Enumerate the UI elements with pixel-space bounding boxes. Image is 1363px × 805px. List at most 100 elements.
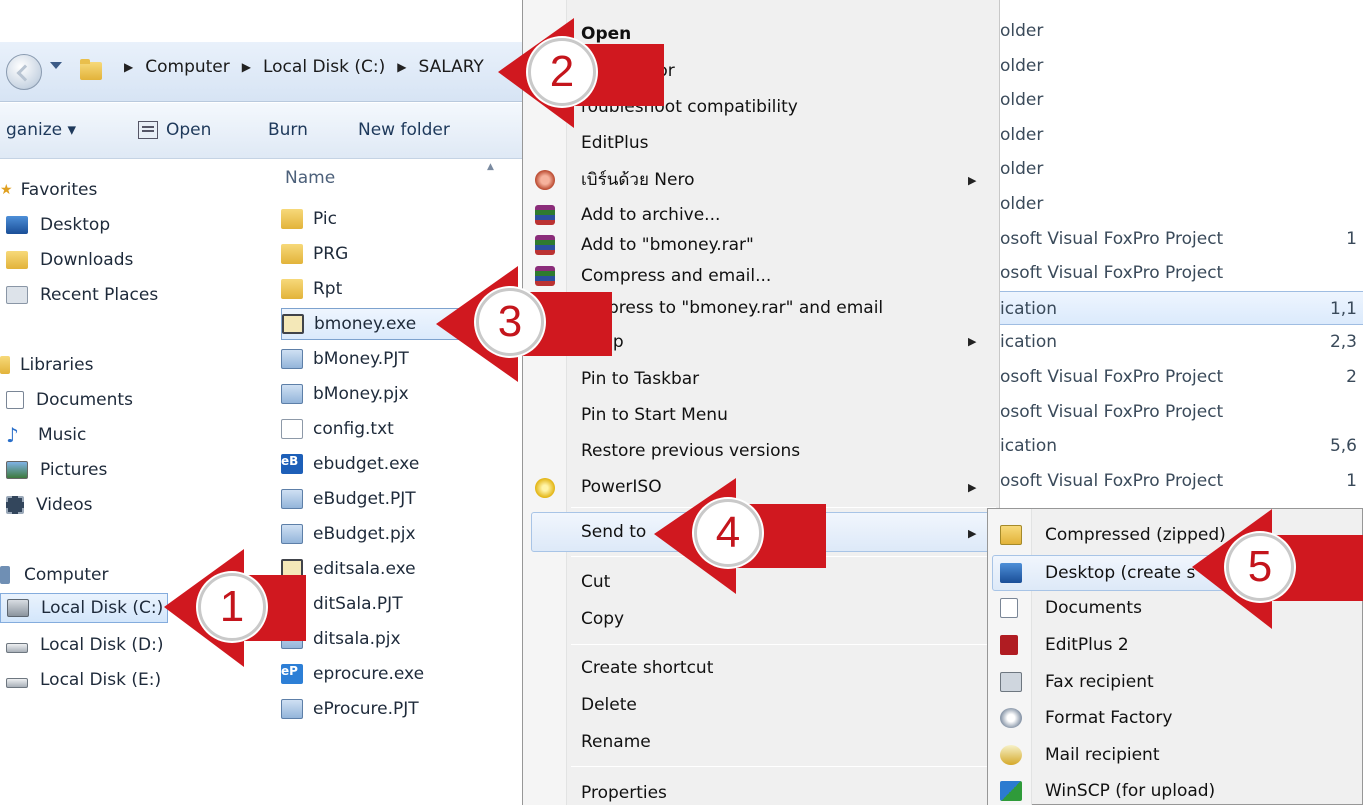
details-type: older [1000,90,1044,111]
file-item[interactable]: Pic [281,203,521,235]
breadcrumb-separator-icon[interactable]: ▶ [124,60,133,74]
details-row[interactable]: ication 2,3 [1000,325,1363,359]
details-row[interactable]: osoft Visual FoxPro Project 2 [1000,360,1363,394]
folder-icon [281,279,303,299]
nav-documents[interactable]: Documents [6,385,133,415]
nav-local-disk-e[interactable]: Local Disk (E:) [6,665,161,695]
details-row[interactable]: older [1000,118,1363,152]
annotation-step-5: 5 [1188,505,1363,633]
desktop-icon [6,216,28,234]
nav-favorites-label: Favorites [20,180,98,200]
annotation-step-3: 3 [432,262,622,386]
open-button[interactable]: Open [138,120,211,140]
drive-icon [7,599,29,617]
nav-recent-places[interactable]: Recent Places [6,280,158,310]
mail-icon [1000,745,1022,765]
file-item[interactable]: ditSala.PJT [281,588,521,620]
file-item[interactable]: editsala.exe [281,553,521,585]
file-name: Rpt [313,279,343,299]
videos-icon [6,496,24,514]
fax-icon [1000,672,1022,692]
back-button[interactable] [6,54,42,90]
nav-desktop[interactable]: Desktop [6,210,110,240]
file-item[interactable]: eBudget.pjx [281,518,521,550]
details-row[interactable]: osoft Visual FoxPro Project [1000,395,1363,429]
drive-icon [6,678,28,688]
nav-computer-label: Computer [24,565,109,585]
project-file-icon [281,489,303,509]
details-row[interactable]: osoft Visual FoxPro Project 1 [1000,464,1363,498]
nav-pictures[interactable]: Pictures [6,455,107,485]
file-name: config.txt [313,419,394,439]
sendto-documents[interactable]: Documents [1045,590,1142,626]
sendto-mail[interactable]: Mail recipient [1045,737,1160,773]
breadcrumb-computer[interactable]: Computer [145,57,230,77]
nav-computer[interactable]: Computer [0,560,109,590]
details-row[interactable]: older [1000,49,1363,83]
details-row[interactable]: ication 1,1 [1000,290,1363,325]
sendto-desktop-shortcut[interactable]: Desktop (create s [1045,555,1195,591]
file-name: ditsala.pjx [313,629,401,649]
sendto-winscp[interactable]: WinSCP (for upload) [1045,773,1215,805]
menu-delete[interactable]: Delete [581,687,637,723]
details-type: older [1000,55,1044,76]
file-item[interactable]: eBudget.PJT [281,483,521,515]
sendto-fax[interactable]: Fax recipient [1045,664,1154,700]
column-header-name[interactable]: Name [285,168,335,188]
details-type: older [1000,21,1044,41]
menu-cut[interactable]: Cut [581,564,610,600]
nav-favorites[interactable]: ★ Favorites [0,175,97,205]
file-item[interactable]: eP eprocure.exe [281,658,521,690]
details-row[interactable]: older [1000,152,1363,186]
breadcrumb-separator-icon[interactable]: ▶ [242,60,251,74]
file-item[interactable]: eB ebudget.exe [281,448,521,480]
breadcrumb-local-disk-c[interactable]: Local Disk (C:) [263,57,385,77]
annotation-step-1-number: 1 [198,573,266,641]
annotation-step-5-number: 5 [1226,533,1294,601]
recent-pages-dropdown-icon[interactable] [50,62,62,69]
music-icon: ♪ [6,423,19,447]
zip-folder-icon [1000,525,1022,545]
nav-local-disk-d[interactable]: Local Disk (D:) [6,630,163,660]
recent-places-icon [6,286,28,304]
details-row[interactable]: older [1000,14,1363,48]
breadcrumb-separator-icon[interactable]: ▶ [397,60,406,74]
details-row[interactable]: ication 5,6 [1000,429,1363,463]
menu-create-shortcut[interactable]: Create shortcut [581,650,713,686]
file-item[interactable]: config.txt [281,413,521,445]
nav-music[interactable]: ♪ Music [6,420,86,450]
menu-pin-start[interactable]: Pin to Start Menu [581,397,728,433]
sort-arrow-icon: ▲ [487,162,494,172]
winrar-icon [535,235,555,255]
nav-libraries[interactable]: Libraries [0,350,93,380]
details-row[interactable]: older [1000,187,1363,221]
menu-send-to[interactable]: Send to [581,514,646,550]
menu-rename[interactable]: Rename [581,724,651,760]
file-name: eprocure.exe [313,664,425,684]
annotation-step-2-number: 2 [528,38,596,106]
sendto-editplus[interactable]: EditPlus 2 [1045,627,1129,663]
burn-button[interactable]: Burn [268,120,308,140]
menu-restore-versions[interactable]: Restore previous versions [581,433,800,469]
breadcrumb-salary[interactable]: SALARY [418,57,483,77]
text-file-icon [281,419,303,439]
details-columns: older older older older older older osoft Visu… [1000,0,1363,505]
file-name: ebudget.exe [313,454,420,474]
menu-properties[interactable]: Properties [581,775,667,805]
nav-downloads[interactable]: Downloads [6,245,133,275]
organize-button[interactable]: ganize ▾ [6,120,76,140]
details-row[interactable]: osoft Visual FoxPro Project 1 [1000,222,1363,256]
details-row[interactable]: older [1000,83,1363,117]
nav-documents-label: Documents [36,390,133,410]
new-folder-button[interactable]: New folder [358,120,450,140]
menu-burn-nero[interactable]: เบิร์นด้วย Nero [581,162,695,198]
menu-compress-rar-email[interactable]: ompress to "bmoney.rar" and email [581,290,883,326]
file-item[interactable]: ditsala.pjx [281,623,521,655]
sendto-format-factory[interactable]: Format Factory [1045,700,1172,736]
details-row[interactable]: osoft Visual FoxPro Project [1000,256,1363,290]
annotation-step-2: 2 [488,14,678,134]
menu-copy[interactable]: Copy [581,601,624,637]
nav-local-disk-c[interactable]: Local Disk (C:) [0,593,168,623]
nav-videos[interactable]: Videos [6,490,93,520]
file-item[interactable]: eProcure.PJT [281,693,521,725]
